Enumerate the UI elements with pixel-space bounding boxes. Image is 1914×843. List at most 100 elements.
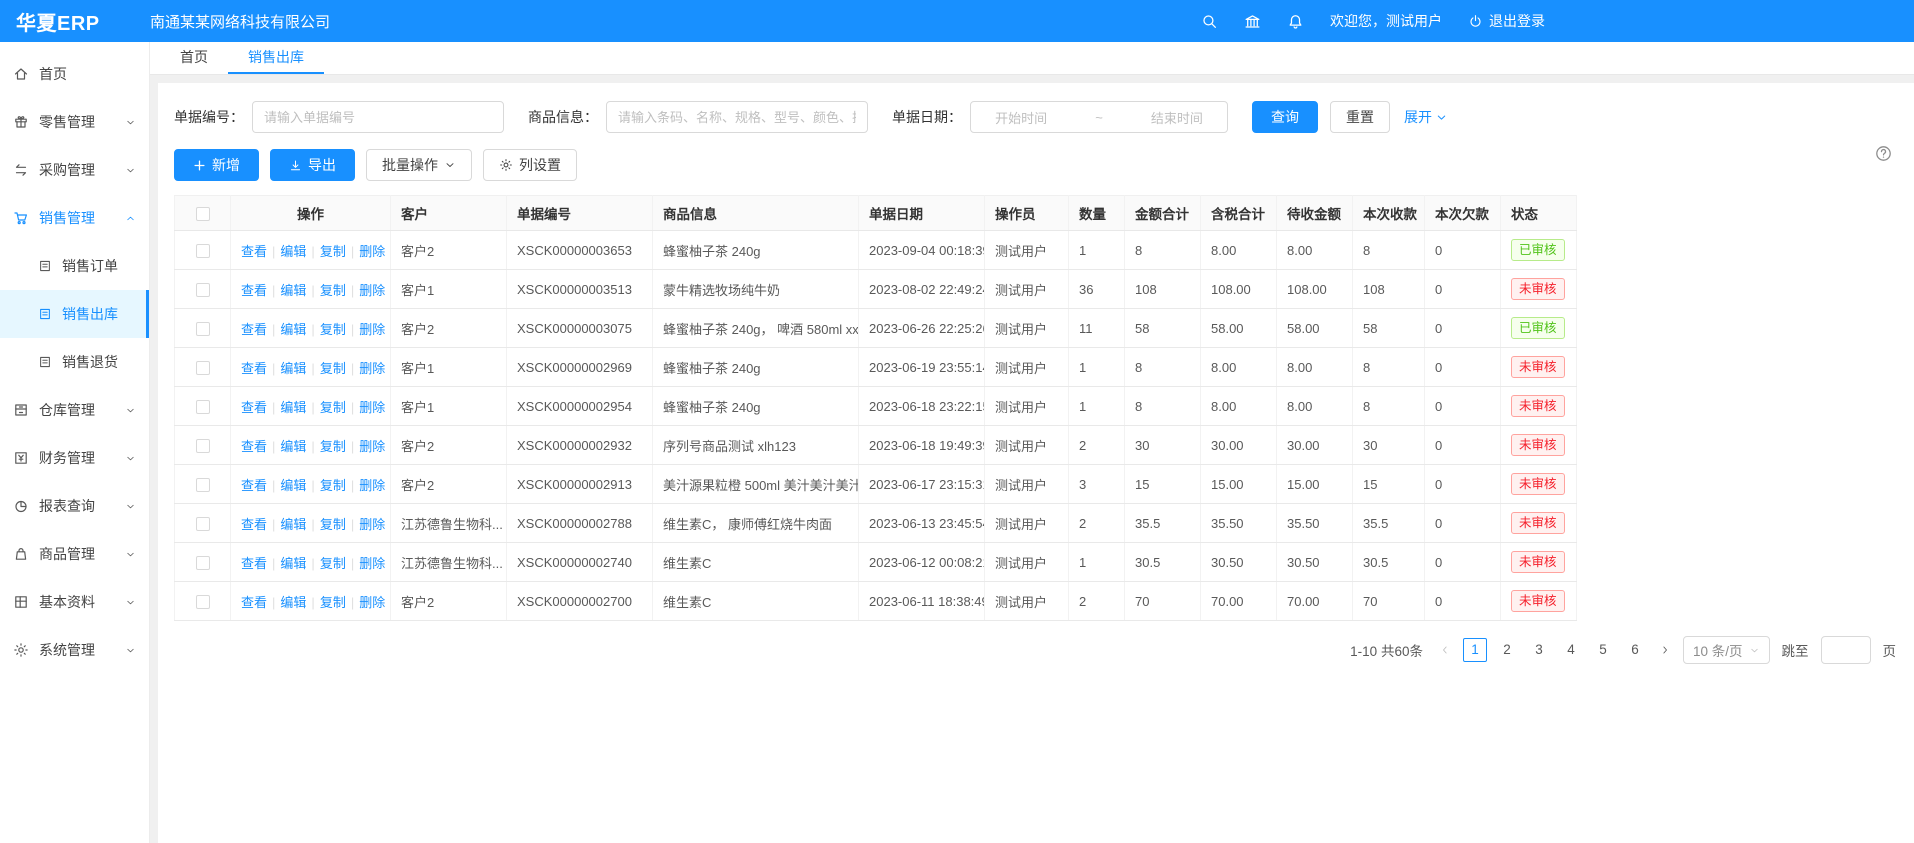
page-size-select[interactable]: 10 条/页 [1683, 636, 1770, 664]
row-action-delete[interactable]: 删除 [359, 595, 385, 610]
bill-no-input[interactable] [252, 101, 504, 133]
column-settings-button[interactable]: 列设置 [483, 149, 577, 181]
sidebar-item-sales-order[interactable]: 销售订单 [0, 242, 149, 290]
row-action-view[interactable]: 查看 [241, 595, 267, 610]
sidebar-item-sales-outbound[interactable]: 销售出库 [0, 290, 149, 338]
row-action-copy[interactable]: 复制 [320, 556, 346, 571]
row-action-edit[interactable]: 编辑 [280, 361, 306, 376]
row-action-edit[interactable]: 编辑 [280, 322, 306, 337]
row-action-view[interactable]: 查看 [241, 322, 267, 337]
sidebar-item-home[interactable]: 首页 [0, 50, 149, 98]
row-action-view[interactable]: 查看 [241, 517, 267, 532]
sidebar-item-goods[interactable]: 商品管理 [0, 530, 149, 578]
row-action-delete[interactable]: 删除 [359, 283, 385, 298]
row-checkbox[interactable] [196, 556, 210, 570]
row-action-delete[interactable]: 删除 [359, 322, 385, 337]
page-number-3[interactable]: 3 [1527, 638, 1551, 662]
page-number-4[interactable]: 4 [1559, 638, 1583, 662]
jump-page-input[interactable] [1821, 636, 1871, 664]
row-action-edit[interactable]: 编辑 [280, 517, 306, 532]
row-action-copy[interactable]: 复制 [320, 517, 346, 532]
row-action-edit[interactable]: 编辑 [280, 283, 306, 298]
sidebar-item-label: 基本资料 [39, 592, 95, 612]
table-row: 查看|编辑|复制|删除客户2XSCK00000003075蜂蜜柚子茶 240g，… [175, 309, 1577, 348]
tab-sales-outbound[interactable]: 销售出库 [228, 42, 324, 74]
row-action-edit[interactable]: 编辑 [280, 400, 306, 415]
row-action-view[interactable]: 查看 [241, 556, 267, 571]
search-button[interactable]: 查询 [1252, 101, 1318, 133]
row-checkbox[interactable] [196, 283, 210, 297]
help-icon[interactable] [1875, 145, 1892, 162]
row-action-delete[interactable]: 删除 [359, 439, 385, 454]
logout-button[interactable]: 退出登录 [1468, 11, 1545, 31]
page-number-6[interactable]: 6 [1623, 638, 1647, 662]
row-checkbox[interactable] [196, 595, 210, 609]
row-action-edit[interactable]: 编辑 [280, 595, 306, 610]
row-action-delete[interactable]: 删除 [359, 361, 385, 376]
row-checkbox[interactable] [196, 244, 210, 258]
expand-link[interactable]: 展开 [1404, 107, 1448, 127]
prev-page-button[interactable] [1439, 644, 1451, 656]
row-action-delete[interactable]: 删除 [359, 556, 385, 571]
row-action-copy[interactable]: 复制 [320, 478, 346, 493]
row-checkbox[interactable] [196, 322, 210, 336]
sidebar-item-report[interactable]: 报表查询 [0, 482, 149, 530]
row-action-copy[interactable]: 复制 [320, 283, 346, 298]
date-range-input[interactable]: 开始时间 ~ 结束时间 [970, 101, 1228, 133]
page-number-1[interactable]: 1 [1463, 638, 1487, 662]
sidebar-item-basic[interactable]: 基本资料 [0, 578, 149, 626]
batch-actions-button[interactable]: 批量操作 [366, 149, 472, 181]
row-action-view[interactable]: 查看 [241, 283, 267, 298]
cell-tax-total: 15.00 [1201, 465, 1277, 504]
row-action-copy[interactable]: 复制 [320, 361, 346, 376]
row-action-delete[interactable]: 删除 [359, 478, 385, 493]
row-checkbox[interactable] [196, 517, 210, 531]
sidebar-item-finance[interactable]: 财务管理 [0, 434, 149, 482]
cell-receivable: 58.00 [1277, 309, 1353, 348]
tab-home[interactable]: 首页 [160, 42, 228, 74]
select-all-checkbox[interactable] [196, 207, 210, 221]
row-checkbox[interactable] [196, 400, 210, 414]
row-action-view[interactable]: 查看 [241, 478, 267, 493]
table-header-row: 操作客户单据编号商品信息单据日期操作员数量金额合计含税合计待收金额本次收款本次欠… [175, 196, 1577, 231]
row-action-edit[interactable]: 编辑 [280, 478, 306, 493]
row-action-delete[interactable]: 删除 [359, 517, 385, 532]
sidebar-item-system[interactable]: 系统管理 [0, 626, 149, 674]
row-action-edit[interactable]: 编辑 [280, 439, 306, 454]
row-action-view[interactable]: 查看 [241, 244, 267, 259]
reset-button[interactable]: 重置 [1330, 101, 1390, 133]
row-checkbox[interactable] [196, 361, 210, 375]
row-action-view[interactable]: 查看 [241, 400, 267, 415]
sidebar-item-warehouse[interactable]: 仓库管理 [0, 386, 149, 434]
next-page-button[interactable] [1659, 644, 1671, 656]
sidebar-item-purchase[interactable]: 采购管理 [0, 146, 149, 194]
row-action-copy[interactable]: 复制 [320, 595, 346, 610]
row-action-copy[interactable]: 复制 [320, 439, 346, 454]
bell-icon[interactable] [1287, 13, 1304, 30]
page-number-5[interactable]: 5 [1591, 638, 1615, 662]
row-action-copy[interactable]: 复制 [320, 244, 346, 259]
row-action-copy[interactable]: 复制 [320, 400, 346, 415]
cell-customer: 客户2 [391, 231, 507, 270]
page-number-2[interactable]: 2 [1495, 638, 1519, 662]
cell-status: 已审核 [1501, 231, 1577, 270]
status-badge: 已审核 [1511, 239, 1565, 261]
sidebar-item-sales[interactable]: 销售管理 [0, 194, 149, 242]
product-info-input[interactable] [606, 101, 868, 133]
bank-icon[interactable] [1244, 13, 1261, 30]
row-action-copy[interactable]: 复制 [320, 322, 346, 337]
sidebar-item-retail[interactable]: 零售管理 [0, 98, 149, 146]
cell-date: 2023-06-17 23:15:31 [859, 465, 985, 504]
row-checkbox[interactable] [196, 478, 210, 492]
row-action-edit[interactable]: 编辑 [280, 244, 306, 259]
row-action-delete[interactable]: 删除 [359, 400, 385, 415]
add-button[interactable]: 新增 [174, 149, 259, 181]
search-icon[interactable] [1201, 13, 1218, 30]
row-action-delete[interactable]: 删除 [359, 244, 385, 259]
export-button[interactable]: 导出 [270, 149, 355, 181]
row-action-edit[interactable]: 编辑 [280, 556, 306, 571]
row-action-view[interactable]: 查看 [241, 361, 267, 376]
sidebar-item-sales-return[interactable]: 销售退货 [0, 338, 149, 386]
row-action-view[interactable]: 查看 [241, 439, 267, 454]
row-checkbox[interactable] [196, 439, 210, 453]
